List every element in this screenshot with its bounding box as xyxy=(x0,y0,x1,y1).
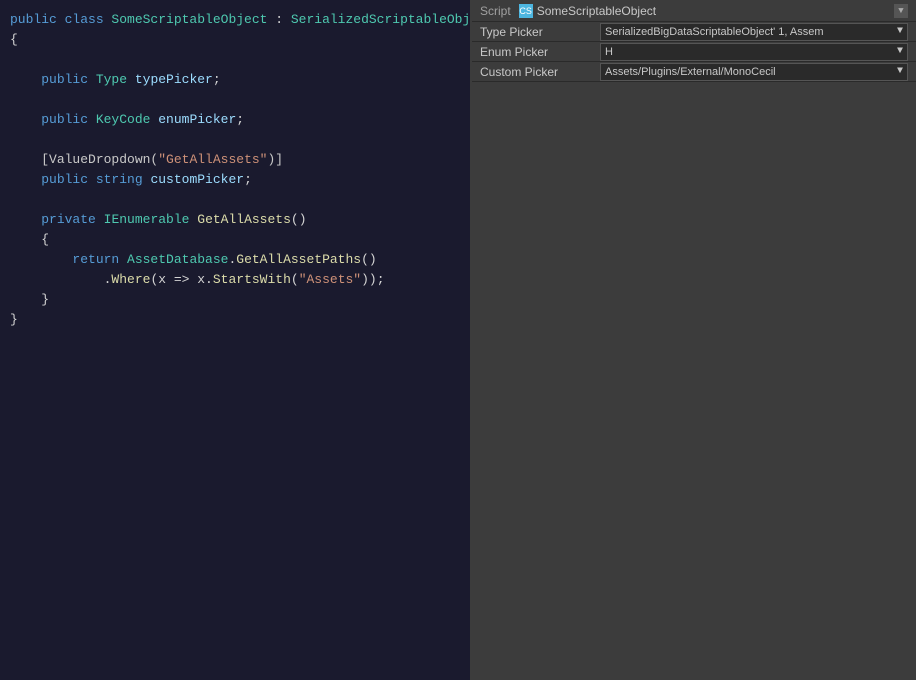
code-line-2: { xyxy=(0,30,470,50)
enum-picker-arrow: ▼ xyxy=(897,46,903,57)
expand-icon: ▼ xyxy=(898,6,903,16)
code-line-7 xyxy=(0,130,470,150)
type-picker-arrow: ▼ xyxy=(897,26,903,37)
code-line-13: return AssetDatabase.GetAllAssetPaths() xyxy=(0,250,470,270)
script-label: Script xyxy=(480,4,511,18)
code-line-4: public Type typePicker; xyxy=(0,70,470,90)
keyword-class: class xyxy=(65,10,112,30)
inspector-script-row: Script CS SomeScriptableObject ▼ xyxy=(472,0,916,22)
enum-picker-row: Enum Picker H ▼ xyxy=(472,42,916,62)
script-name: SomeScriptableObject xyxy=(537,4,656,18)
colon: : xyxy=(267,10,290,30)
enum-picker-value: H xyxy=(605,46,895,58)
expand-button[interactable]: ▼ xyxy=(894,4,908,18)
class-name: SomeScriptableObject xyxy=(111,10,267,30)
code-line-14: .Where(x => x.StartsWith("Assets")); xyxy=(0,270,470,290)
code-line-9: public string customPicker; xyxy=(0,170,470,190)
code-line-3 xyxy=(0,50,470,70)
custom-picker-label: Custom Picker xyxy=(480,65,600,79)
base-class: SerializedScriptableObject xyxy=(291,10,470,30)
code-line-8: [ValueDropdown("GetAllAssets")] xyxy=(0,150,470,170)
inspector-panel: Script CS SomeScriptableObject ▼ Type Pi… xyxy=(472,0,916,680)
type-picker-value: SerializedBigDataScriptableObject' 1, As… xyxy=(605,26,895,38)
type-picker-row: Type Picker SerializedBigDataScriptableO… xyxy=(472,22,916,42)
enum-picker-label: Enum Picker xyxy=(480,45,600,59)
code-line-16: } xyxy=(0,310,470,330)
enum-picker-dropdown[interactable]: H ▼ xyxy=(600,43,908,61)
custom-picker-value: Assets/Plugins/External/MonoCecil xyxy=(605,66,895,78)
type-picker-dropdown[interactable]: SerializedBigDataScriptableObject' 1, As… xyxy=(600,23,908,41)
code-line-1: public class SomeScriptableObject : Seri… xyxy=(0,10,470,30)
code-line-10 xyxy=(0,190,470,210)
script-icon: CS xyxy=(519,4,533,18)
keyword-public: public xyxy=(10,10,65,30)
code-line-5 xyxy=(0,90,470,110)
code-line-6: public KeyCode enumPicker; xyxy=(0,110,470,130)
custom-picker-row: Custom Picker Assets/Plugins/External/Mo… xyxy=(472,62,916,82)
custom-picker-dropdown[interactable]: Assets/Plugins/External/MonoCecil ▼ xyxy=(600,63,908,81)
code-editor: public class SomeScriptableObject : Seri… xyxy=(0,0,470,680)
custom-picker-arrow: ▼ xyxy=(897,66,903,77)
code-line-11: private IEnumerable GetAllAssets() xyxy=(0,210,470,230)
code-line-12: { xyxy=(0,230,470,250)
type-picker-label: Type Picker xyxy=(480,25,600,39)
code-line-15: } xyxy=(0,290,470,310)
